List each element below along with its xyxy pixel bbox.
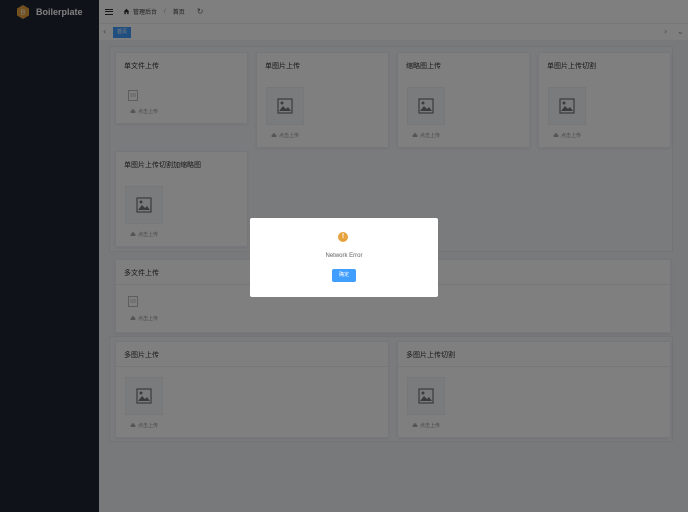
warning-icon: ! [338, 232, 348, 242]
confirm-button[interactable]: 确定 [332, 269, 356, 282]
dialog-message: Network Error [325, 253, 363, 259]
error-dialog: ! Network Error 确定 [250, 218, 438, 297]
